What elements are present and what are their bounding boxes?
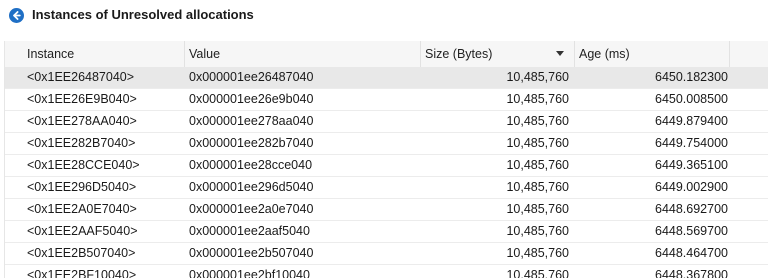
age-cell: 6449.879400 bbox=[655, 114, 728, 128]
age-cell: 6449.002900 bbox=[655, 180, 728, 194]
age-cell: 6448.692700 bbox=[655, 202, 728, 216]
title-bar: Instances of Unresolved allocations bbox=[0, 0, 768, 32]
instance-cell: <0x1EE2AAF5040> bbox=[27, 224, 138, 238]
column-header-size-label: Size (Bytes) bbox=[425, 47, 493, 61]
value-cell: 0x000001ee296d5040 bbox=[189, 180, 314, 194]
value-cell: 0x000001ee28cce040 bbox=[189, 158, 313, 172]
size-cell: 10,485,760 bbox=[506, 268, 569, 278]
instance-cell: <0x1EE2B507040> bbox=[27, 246, 136, 260]
value-cell: 0x000001ee2aaf5040 bbox=[189, 224, 310, 238]
size-cell: 10,485,760 bbox=[506, 246, 569, 260]
value-cell: 0x000001ee2a0e7040 bbox=[189, 202, 314, 216]
size-cell: 10,485,760 bbox=[506, 158, 569, 172]
table-row[interactable]: <0x1EE26487040> 0x000001ee26487040 10,48… bbox=[5, 67, 768, 89]
instance-cell: <0x1EE2BF10040> bbox=[27, 268, 137, 278]
age-cell: 6450.008500 bbox=[655, 92, 728, 106]
value-cell: 0x000001ee26e9b040 bbox=[189, 92, 314, 106]
age-cell: 6448.367800 bbox=[655, 268, 728, 278]
age-cell: 6449.365100 bbox=[655, 158, 728, 172]
back-arrow-icon[interactable] bbox=[9, 8, 24, 23]
sort-descending-icon bbox=[556, 51, 564, 56]
table-row[interactable]: <0x1EE282B7040> 0x000001ee282b7040 10,48… bbox=[5, 133, 768, 155]
table-row[interactable]: <0x1EE2A0E7040> 0x000001ee2a0e7040 10,48… bbox=[5, 199, 768, 221]
size-cell: 10,485,760 bbox=[506, 180, 569, 194]
table-row[interactable]: <0x1EE26E9B040> 0x000001ee26e9b040 10,48… bbox=[5, 89, 768, 111]
column-header-age[interactable]: Age (ms) bbox=[575, 41, 730, 67]
instance-cell: <0x1EE28CCE040> bbox=[27, 158, 140, 172]
age-cell: 6450.182300 bbox=[655, 70, 728, 84]
age-cell: 6448.464700 bbox=[655, 246, 728, 260]
value-cell: 0x000001ee278aa040 bbox=[189, 114, 314, 128]
value-cell: 0x000001ee2b507040 bbox=[189, 246, 314, 260]
age-cell: 6448.569700 bbox=[655, 224, 728, 238]
value-cell: 0x000001ee26487040 bbox=[189, 70, 314, 84]
page-title: Instances of Unresolved allocations bbox=[32, 7, 254, 22]
size-cell: 10,485,760 bbox=[506, 202, 569, 216]
instance-cell: <0x1EE2A0E7040> bbox=[27, 202, 137, 216]
column-header-filler bbox=[730, 41, 768, 67]
size-cell: 10,485,760 bbox=[506, 114, 569, 128]
age-cell: 6449.754000 bbox=[655, 136, 728, 150]
value-cell: 0x000001ee282b7040 bbox=[189, 136, 314, 150]
instances-table: Instance Value Size (Bytes) Age (ms) <0x… bbox=[4, 41, 768, 278]
size-cell: 10,485,760 bbox=[506, 224, 569, 238]
size-cell: 10,485,760 bbox=[506, 70, 569, 84]
table-header: Instance Value Size (Bytes) Age (ms) bbox=[5, 41, 768, 68]
table-row[interactable]: <0x1EE296D5040> 0x000001ee296d5040 10,48… bbox=[5, 177, 768, 199]
instance-cell: <0x1EE26487040> bbox=[27, 70, 135, 84]
table-row[interactable]: <0x1EE28CCE040> 0x000001ee28cce040 10,48… bbox=[5, 155, 768, 177]
table-row[interactable]: <0x1EE278AA040> 0x000001ee278aa040 10,48… bbox=[5, 111, 768, 133]
column-header-size[interactable]: Size (Bytes) bbox=[421, 41, 575, 67]
table-row[interactable]: <0x1EE2B507040> 0x000001ee2b507040 10,48… bbox=[5, 243, 768, 265]
table-row[interactable]: <0x1EE2BF10040> 0x000001ee2bf10040 10,48… bbox=[5, 265, 768, 278]
instance-cell: <0x1EE278AA040> bbox=[27, 114, 137, 128]
value-cell: 0x000001ee2bf10040 bbox=[189, 268, 310, 278]
instance-cell: <0x1EE26E9B040> bbox=[27, 92, 137, 106]
column-header-value[interactable]: Value bbox=[185, 41, 421, 67]
size-cell: 10,485,760 bbox=[506, 92, 569, 106]
column-header-instance[interactable]: Instance bbox=[5, 41, 185, 67]
size-cell: 10,485,760 bbox=[506, 136, 569, 150]
instance-cell: <0x1EE282B7040> bbox=[27, 136, 136, 150]
table-row[interactable]: <0x1EE2AAF5040> 0x000001ee2aaf5040 10,48… bbox=[5, 221, 768, 243]
instance-cell: <0x1EE296D5040> bbox=[27, 180, 137, 194]
